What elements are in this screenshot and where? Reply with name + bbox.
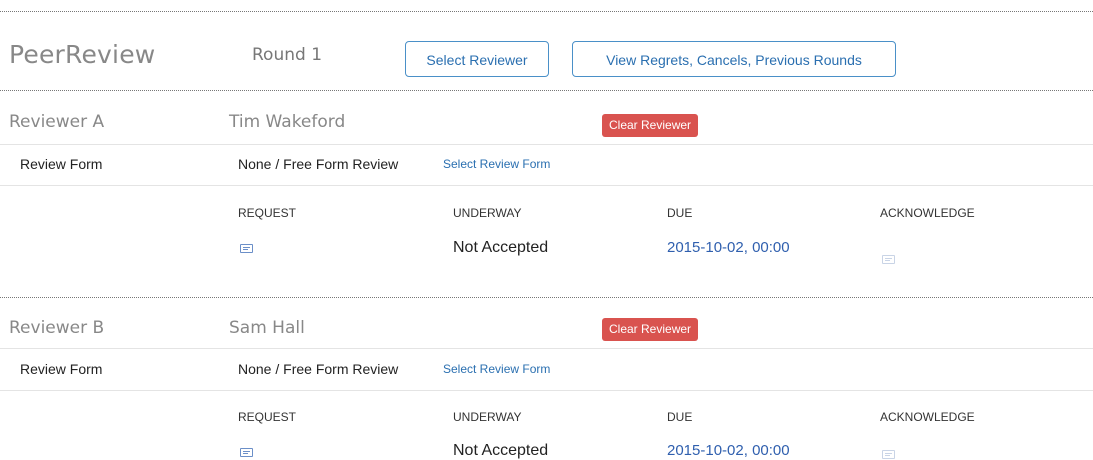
- row-divider: [0, 144, 1093, 145]
- row-divider: [0, 185, 1093, 186]
- column-header-due: DUE: [667, 206, 693, 220]
- column-header-acknowledge: ACKNOWLEDGE: [880, 410, 975, 424]
- column-header-request: REQUEST: [238, 206, 297, 220]
- request-envelope-icon[interactable]: [240, 448, 253, 457]
- due-date-link[interactable]: 2015-10-02, 00:00: [667, 239, 790, 256]
- page-title: PeerReview: [9, 40, 156, 69]
- row-divider: [0, 348, 1093, 349]
- section-divider: [0, 297, 1093, 298]
- column-header-due: DUE: [667, 410, 693, 424]
- column-header-underway: UNDERWAY: [453, 410, 522, 424]
- acknowledge-envelope-icon: [882, 450, 895, 459]
- reviewer-name: Tim Wakeford: [229, 112, 346, 132]
- review-form-value: None / Free Form Review: [238, 156, 399, 172]
- acknowledge-envelope-icon: [882, 255, 895, 264]
- due-date-link[interactable]: 2015-10-02, 00:00: [667, 442, 790, 459]
- view-regrets-button[interactable]: View Regrets, Cancels, Previous Rounds: [572, 41, 896, 77]
- review-form-label: Review Form: [20, 156, 103, 172]
- round-label: Round 1: [252, 45, 323, 65]
- reviewer-name: Sam Hall: [229, 318, 305, 338]
- select-reviewer-button[interactable]: Select Reviewer: [405, 41, 549, 77]
- header-divider: [0, 90, 1093, 91]
- review-form-label: Review Form: [20, 361, 103, 377]
- top-divider: [0, 11, 1093, 12]
- select-review-form-link[interactable]: Select Review Form: [443, 157, 550, 171]
- request-envelope-icon[interactable]: [240, 244, 253, 253]
- underway-status: Not Accepted: [453, 442, 549, 459]
- row-divider: [0, 390, 1093, 391]
- column-header-acknowledge: ACKNOWLEDGE: [880, 206, 975, 220]
- column-header-request: REQUEST: [238, 410, 297, 424]
- underway-status: Not Accepted: [453, 239, 549, 256]
- review-form-value: None / Free Form Review: [238, 361, 399, 377]
- reviewer-label: Reviewer A: [9, 112, 105, 132]
- select-review-form-link[interactable]: Select Review Form: [443, 362, 550, 376]
- column-header-underway: UNDERWAY: [453, 206, 522, 220]
- clear-reviewer-button[interactable]: Clear Reviewer: [602, 318, 699, 341]
- reviewer-label: Reviewer B: [9, 318, 105, 338]
- clear-reviewer-button[interactable]: Clear Reviewer: [602, 114, 699, 137]
